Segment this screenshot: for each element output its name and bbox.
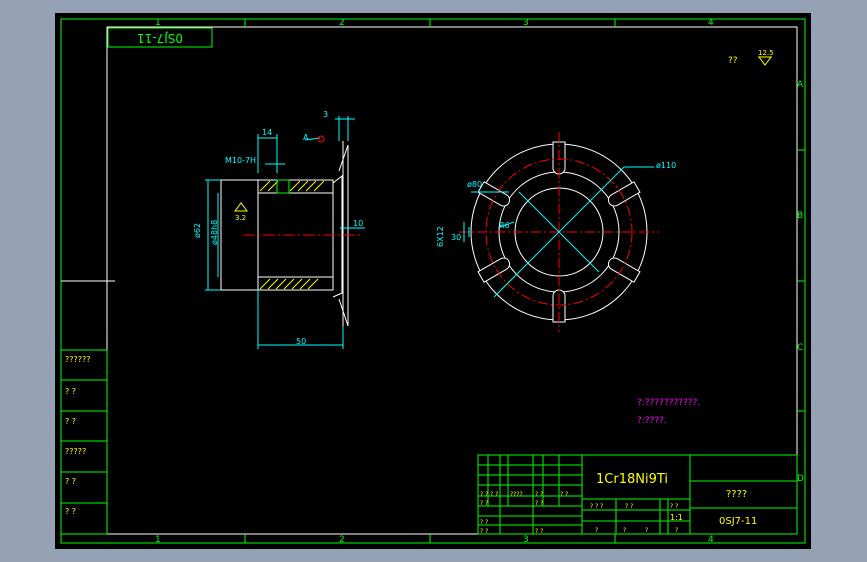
- cad-drawing: 1 2 3 4 1 2 3 4 A B C D 0SJ7-11 ?? 12.5 …: [60, 18, 806, 545]
- svg-text:? ? ?: ? ? ?: [590, 503, 603, 510]
- tb-label-2: ? ?: [490, 491, 498, 498]
- side-row-4: ?????: [65, 447, 86, 456]
- svg-text:2: 2: [339, 535, 345, 545]
- svg-text:4: 4: [708, 535, 714, 545]
- roughness-3-2: 3.2: [235, 214, 246, 222]
- slot-1: [607, 257, 641, 283]
- part-name: ????: [726, 489, 747, 500]
- tb-label-4: ? ?: [535, 491, 543, 498]
- svg-text:? ?: ? ?: [480, 528, 488, 535]
- datum-marker-icon: [317, 135, 325, 143]
- drawing-sheet: 1 2 3 4 1 2 3 4 A B C D 0SJ7-11 ?? 12.5 …: [55, 13, 811, 549]
- dim-6x12: 6X12: [436, 226, 445, 247]
- svg-text:?: ?: [623, 527, 626, 534]
- zone-labels: 1 2 3 4 1 2 3 4 A B C D: [155, 18, 804, 545]
- zone-row-c: C: [797, 343, 803, 353]
- svg-text:? ?: ? ?: [535, 528, 543, 535]
- outer-border: [60, 18, 806, 544]
- svg-text:?: ?: [675, 527, 678, 534]
- side-row-1: ??????: [65, 355, 90, 364]
- roughness-symbol-icon: [758, 56, 772, 66]
- tb-label-5: ? ?: [560, 491, 568, 498]
- scale: 1:1: [670, 513, 683, 522]
- code-upside-down: 0SJ7-11: [137, 31, 183, 45]
- svg-text:1: 1: [155, 535, 161, 545]
- svg-text:? ?: ? ?: [625, 503, 633, 510]
- datum-a: A: [303, 133, 309, 142]
- side-row-2: ? ?: [65, 387, 76, 396]
- svg-text:? ?: ? ?: [535, 500, 543, 507]
- section-view: 14 3 M10-7H 10 50 A ø62 ø48h8 3.2: [193, 110, 365, 349]
- tb-label-3: ????: [510, 491, 523, 498]
- dim-80: ø80: [467, 180, 482, 189]
- dim-r6: R6: [499, 221, 510, 230]
- dim-50: 50: [296, 337, 306, 346]
- zone-col-1: 1: [155, 18, 161, 28]
- slot-3: [477, 257, 511, 283]
- side-row-3: ? ?: [65, 417, 76, 426]
- dim-10: 10: [353, 219, 363, 228]
- zone-row-b: B: [797, 211, 803, 221]
- front-view: ø110 ø80 R6 30 6X12: [436, 132, 676, 332]
- svg-text:? ?: ? ?: [670, 503, 678, 510]
- material: 1Cr18Ni9Ti: [596, 472, 668, 487]
- dim-14: 14: [262, 128, 272, 137]
- slot-detail: 30: [451, 233, 461, 242]
- inner-frame: [106, 26, 798, 535]
- dim-62: ø62: [193, 223, 202, 238]
- side-row-6: ? ?: [65, 507, 76, 516]
- svg-text:3: 3: [523, 535, 529, 545]
- note-line-2: ?:????.: [637, 416, 667, 426]
- dim-110: ø110: [656, 161, 676, 170]
- slot-4: [477, 181, 511, 207]
- roughness-value: 12.5: [758, 49, 774, 57]
- side-row-5: ? ?: [65, 477, 76, 486]
- roughness-icon: [234, 202, 248, 212]
- tb-label-1: ? ?: [480, 491, 488, 498]
- zone-row-a: A: [797, 80, 804, 90]
- svg-text:? ?: ? ?: [480, 519, 488, 526]
- zone-row-d: D: [797, 474, 804, 484]
- svg-text:? ?: ? ?: [480, 500, 488, 507]
- zone-col-4: 4: [708, 18, 714, 28]
- dim-48: ø48h8: [210, 220, 219, 245]
- thread-label: M10-7H: [225, 156, 256, 165]
- note-line-1: ?:???????????.: [637, 398, 700, 408]
- roughness-note: ??: [728, 56, 738, 66]
- slot-6: [607, 181, 641, 207]
- zone-col-2: 2: [339, 18, 345, 28]
- drawing-code: 0SJ7-11: [719, 516, 757, 527]
- svg-text:?: ?: [645, 527, 648, 534]
- zone-col-3: 3: [523, 18, 529, 28]
- dim-3: 3: [323, 110, 328, 119]
- svg-text:?: ?: [595, 527, 598, 534]
